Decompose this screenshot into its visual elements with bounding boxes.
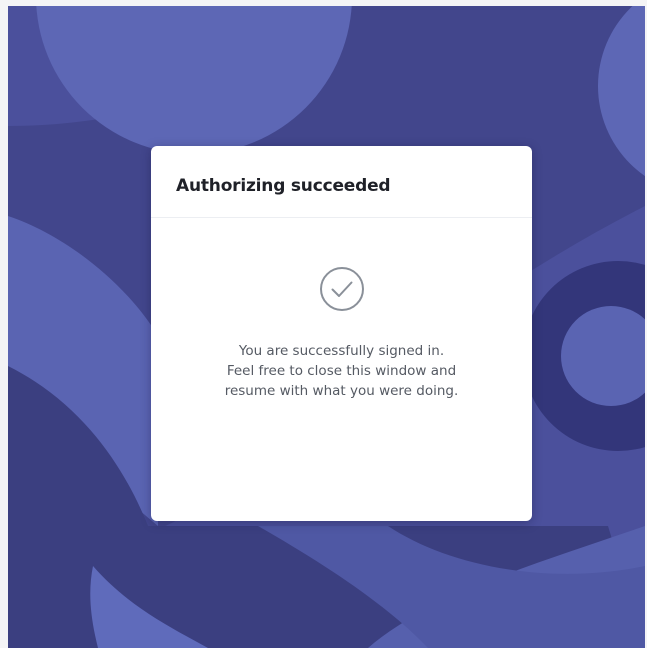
success-message: You are successfully signed in. Feel fre… (151, 341, 532, 401)
message-line: You are successfully signed in. (238, 343, 445, 359)
page-background: Authorizing succeeded You are successful… (8, 6, 645, 648)
message-line: resume with what you were doing. (224, 383, 459, 399)
message-line: Feel free to close this window and (226, 363, 457, 379)
dialog-body: You are successfully signed in. Feel fre… (151, 265, 532, 401)
check-circle-icon (319, 267, 364, 311)
auth-success-dialog: Authorizing succeeded You are successful… (151, 146, 532, 521)
dialog-header: Authorizing succeeded (151, 146, 532, 218)
dialog-title: Authorizing succeeded (176, 176, 391, 196)
